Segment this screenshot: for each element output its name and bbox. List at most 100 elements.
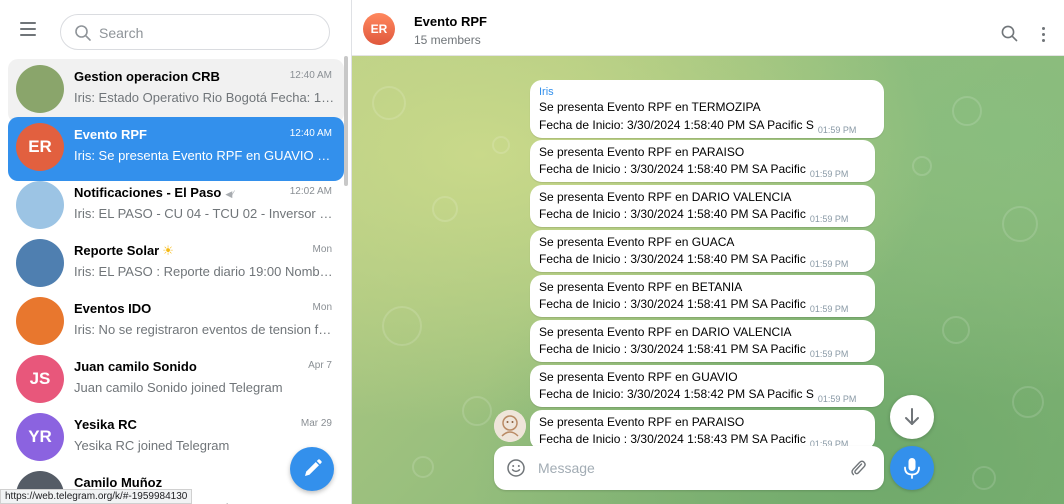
- muted-icon: ◀⁄: [225, 189, 234, 199]
- attach-icon[interactable]: [848, 458, 868, 478]
- message-date-text: Fecha de Inicio: 3/30/2024 1:58:40 PM SA…: [539, 118, 814, 132]
- message-date-line: Fecha de Inicio : 3/30/2024 1:58:41 PM S…: [539, 342, 849, 359]
- chat-sidebar: Gestion operacion CRB 12:40 AM Iris: Estad…: [0, 0, 352, 504]
- chat-list-item-title-text: Notificaciones - El Paso: [74, 185, 222, 200]
- chat-list-item-preview: Iris: Estado Operativo Rio Bogotá Fecha:…: [74, 90, 336, 105]
- message-time: 01:59 PM: [817, 125, 857, 135]
- chat-list-item-title: Eventos IDO: [74, 301, 284, 316]
- chat-list-item-preview: Juan camilo Sonido joined Telegram: [74, 380, 283, 395]
- menu-icon[interactable]: [18, 18, 38, 38]
- voice-record-button[interactable]: [890, 446, 934, 490]
- background-doodle: [972, 466, 996, 490]
- chat-list: Gestion operacion CRB 12:40 AM Iris: Estad…: [0, 56, 351, 504]
- arrow-down-icon: [905, 408, 919, 425]
- message-time: 01:59 PM: [809, 349, 849, 359]
- message-date-line: Fecha de Inicio : 3/30/2024 1:58:41 PM S…: [539, 297, 849, 314]
- chat-list-item-title-text: Evento RPF: [74, 127, 147, 142]
- chat-list-item-time: 12:40 AM: [289, 128, 332, 139]
- search-icon[interactable]: [1000, 24, 1020, 44]
- chat-list-item-preview: Iris: Se presenta Evento RPF en GUAVIO F…: [74, 148, 336, 163]
- background-doodle: [912, 156, 932, 176]
- chat-title[interactable]: Evento RPF: [414, 14, 487, 29]
- chat-header[interactable]: ER Evento RPF 15 members: [352, 0, 1064, 56]
- chat-panel: ER Evento RPF 15 members Iris Se presenta…: [352, 0, 1064, 504]
- sender-name[interactable]: Iris: [539, 86, 554, 98]
- chat-list-item-title: Notificaciones - El Paso ◀⁄: [74, 185, 284, 200]
- message-text: Se presenta Evento RPF en GUACA: [539, 235, 735, 249]
- message-input[interactable]: [538, 458, 838, 478]
- chat-list-item[interactable]: Reporte Solar ☀ Mon Iris: EL PASO : Reporte…: [8, 233, 344, 297]
- chat-list-scrollbar[interactable]: [344, 56, 348, 186]
- background-doodle: [432, 196, 458, 222]
- background-doodle: [1012, 386, 1044, 418]
- search-box[interactable]: [60, 14, 330, 50]
- chat-list-item-title-text: Reporte Solar: [74, 243, 160, 258]
- pencil-icon: [305, 459, 322, 476]
- emoji-icon[interactable]: [506, 458, 526, 478]
- more-options-icon[interactable]: [1038, 24, 1048, 44]
- chat-list-item-title-text: Eventos IDO: [74, 301, 152, 316]
- message-text: Se presenta Evento RPF en BETANIA: [539, 280, 743, 294]
- search-input[interactable]: [99, 23, 319, 43]
- chat-list-item-time: Mon: [312, 244, 332, 255]
- chat-avatar[interactable]: ER: [363, 13, 395, 45]
- chat-list-item-title: Reporte Solar ☀: [74, 243, 284, 259]
- chat-list-item-title-text: Gestion operacion CRB: [74, 69, 220, 84]
- message-bubble[interactable]: Se presenta Evento RPF en PARAISO Fecha d…: [530, 410, 875, 450]
- chat-list-item[interactable]: JS Juan camilo Sonido Apr 7 Juan camilo Son…: [8, 349, 344, 413]
- chat-list-item-title-text: Juan camilo Sonido: [74, 359, 197, 374]
- scroll-down-button[interactable]: [890, 395, 934, 439]
- chat-list-item-preview: Iris: EL PASO : Reporte diario 19:00 Nom…: [74, 264, 336, 279]
- message-time: 01:59 PM: [809, 259, 849, 269]
- message-bubble[interactable]: Se presenta Evento RPF en BETANIA Fecha d…: [530, 275, 875, 317]
- message-date-text: Fecha de Inicio: 3/30/2024 1:58:42 PM SA…: [539, 387, 814, 401]
- chat-list-item-title-text: Yesika RC: [74, 417, 137, 432]
- sidebar-topbar: [0, 0, 351, 56]
- message-date-line: Fecha de Inicio: 3/30/2024 1:58:42 PM SA…: [539, 387, 857, 404]
- message-text: Se presenta Evento RPF en PARAISO: [539, 415, 745, 429]
- message-date-text: Fecha de Inicio : 3/30/2024 1:58:40 PM S…: [539, 162, 806, 176]
- message-text: Se presenta Evento RPF en DARIO VALENCIA: [539, 325, 792, 339]
- new-message-button[interactable]: [290, 447, 334, 491]
- chat-list-item[interactable]: Eventos IDO Mon Iris: No se registraron ev…: [8, 291, 344, 355]
- message-bubble[interactable]: Iris Se presenta Evento RPF en TERMOZIPA F…: [530, 80, 884, 138]
- sun-icon: ☀: [162, 243, 174, 258]
- background-doodle: [462, 396, 492, 426]
- status-url: https://web.telegram.org/k/#-1959984130: [0, 489, 193, 504]
- background-doodle: [382, 306, 422, 346]
- avatar: YR: [16, 413, 64, 461]
- sender-avatar[interactable]: [494, 410, 526, 442]
- chat-list-item-title: Evento RPF: [74, 127, 284, 142]
- background-doodle: [492, 136, 510, 154]
- background-doodle: [952, 96, 982, 126]
- message-time: 01:59 PM: [809, 304, 849, 314]
- message-date-line: Fecha de Inicio : 3/30/2024 1:58:40 PM S…: [539, 207, 848, 224]
- message-date-text: Fecha de Inicio : 3/30/2024 1:58:43 PM S…: [539, 432, 806, 446]
- member-count: 15 members: [414, 33, 481, 47]
- message-bubble[interactable]: Se presenta Evento RPF en PARAISO Fecha d…: [530, 140, 875, 182]
- message-date-line: Fecha de Inicio : 3/30/2024 1:58:40 PM S…: [539, 162, 848, 179]
- chat-list-item-title: Yesika RC: [74, 417, 284, 432]
- chat-list-item-title: Gestion operacion CRB: [74, 69, 284, 84]
- avatar: JS: [16, 355, 64, 403]
- message-bubble[interactable]: Se presenta Evento RPF en DARIO VALENCIA…: [530, 185, 875, 227]
- message-date-text: Fecha de Inicio : 3/30/2024 1:58:40 PM S…: [539, 252, 806, 266]
- message-date-text: Fecha de Inicio : 3/30/2024 1:58:40 PM S…: [539, 207, 806, 221]
- chat-list-item-title-text: Camilo Muñoz: [74, 475, 163, 490]
- chat-list-item[interactable]: Notificaciones - El Paso ◀⁄ 12:02 AM Iris: …: [8, 175, 344, 239]
- message-date-line: Fecha de Inicio : 3/30/2024 1:58:43 PM S…: [539, 432, 848, 449]
- message-time: 01:59 PM: [817, 394, 857, 404]
- message-date-line: Fecha de Inicio : 3/30/2024 1:58:40 PM S…: [539, 252, 849, 269]
- message-bubble[interactable]: Se presenta Evento RPF en GUACA Fecha de …: [530, 230, 875, 272]
- message-bubble[interactable]: Se presenta Evento RPF en DARIO VALENCIA…: [530, 320, 875, 362]
- avatar: [16, 65, 64, 113]
- message-date-text: Fecha de Inicio : 3/30/2024 1:58:41 PM S…: [539, 297, 806, 311]
- message-bubble[interactable]: Se presenta Evento RPF en GUAVIO Fecha de…: [530, 365, 884, 407]
- chat-list-item[interactable]: ER Evento RPF 12:40 AM Iris: Se presenta Ev…: [8, 117, 344, 181]
- chat-list-item-title: Camilo Muñoz: [74, 475, 284, 490]
- chat-list-item[interactable]: Gestion operacion CRB 12:40 AM Iris: Estad…: [8, 59, 344, 123]
- message-text: Se presenta Evento RPF en TERMOZIPA: [539, 100, 761, 114]
- message-composer[interactable]: [494, 446, 884, 490]
- chat-list-item-time: Mar 29: [300, 418, 332, 429]
- chat-list-item-title: Juan camilo Sonido: [74, 359, 284, 374]
